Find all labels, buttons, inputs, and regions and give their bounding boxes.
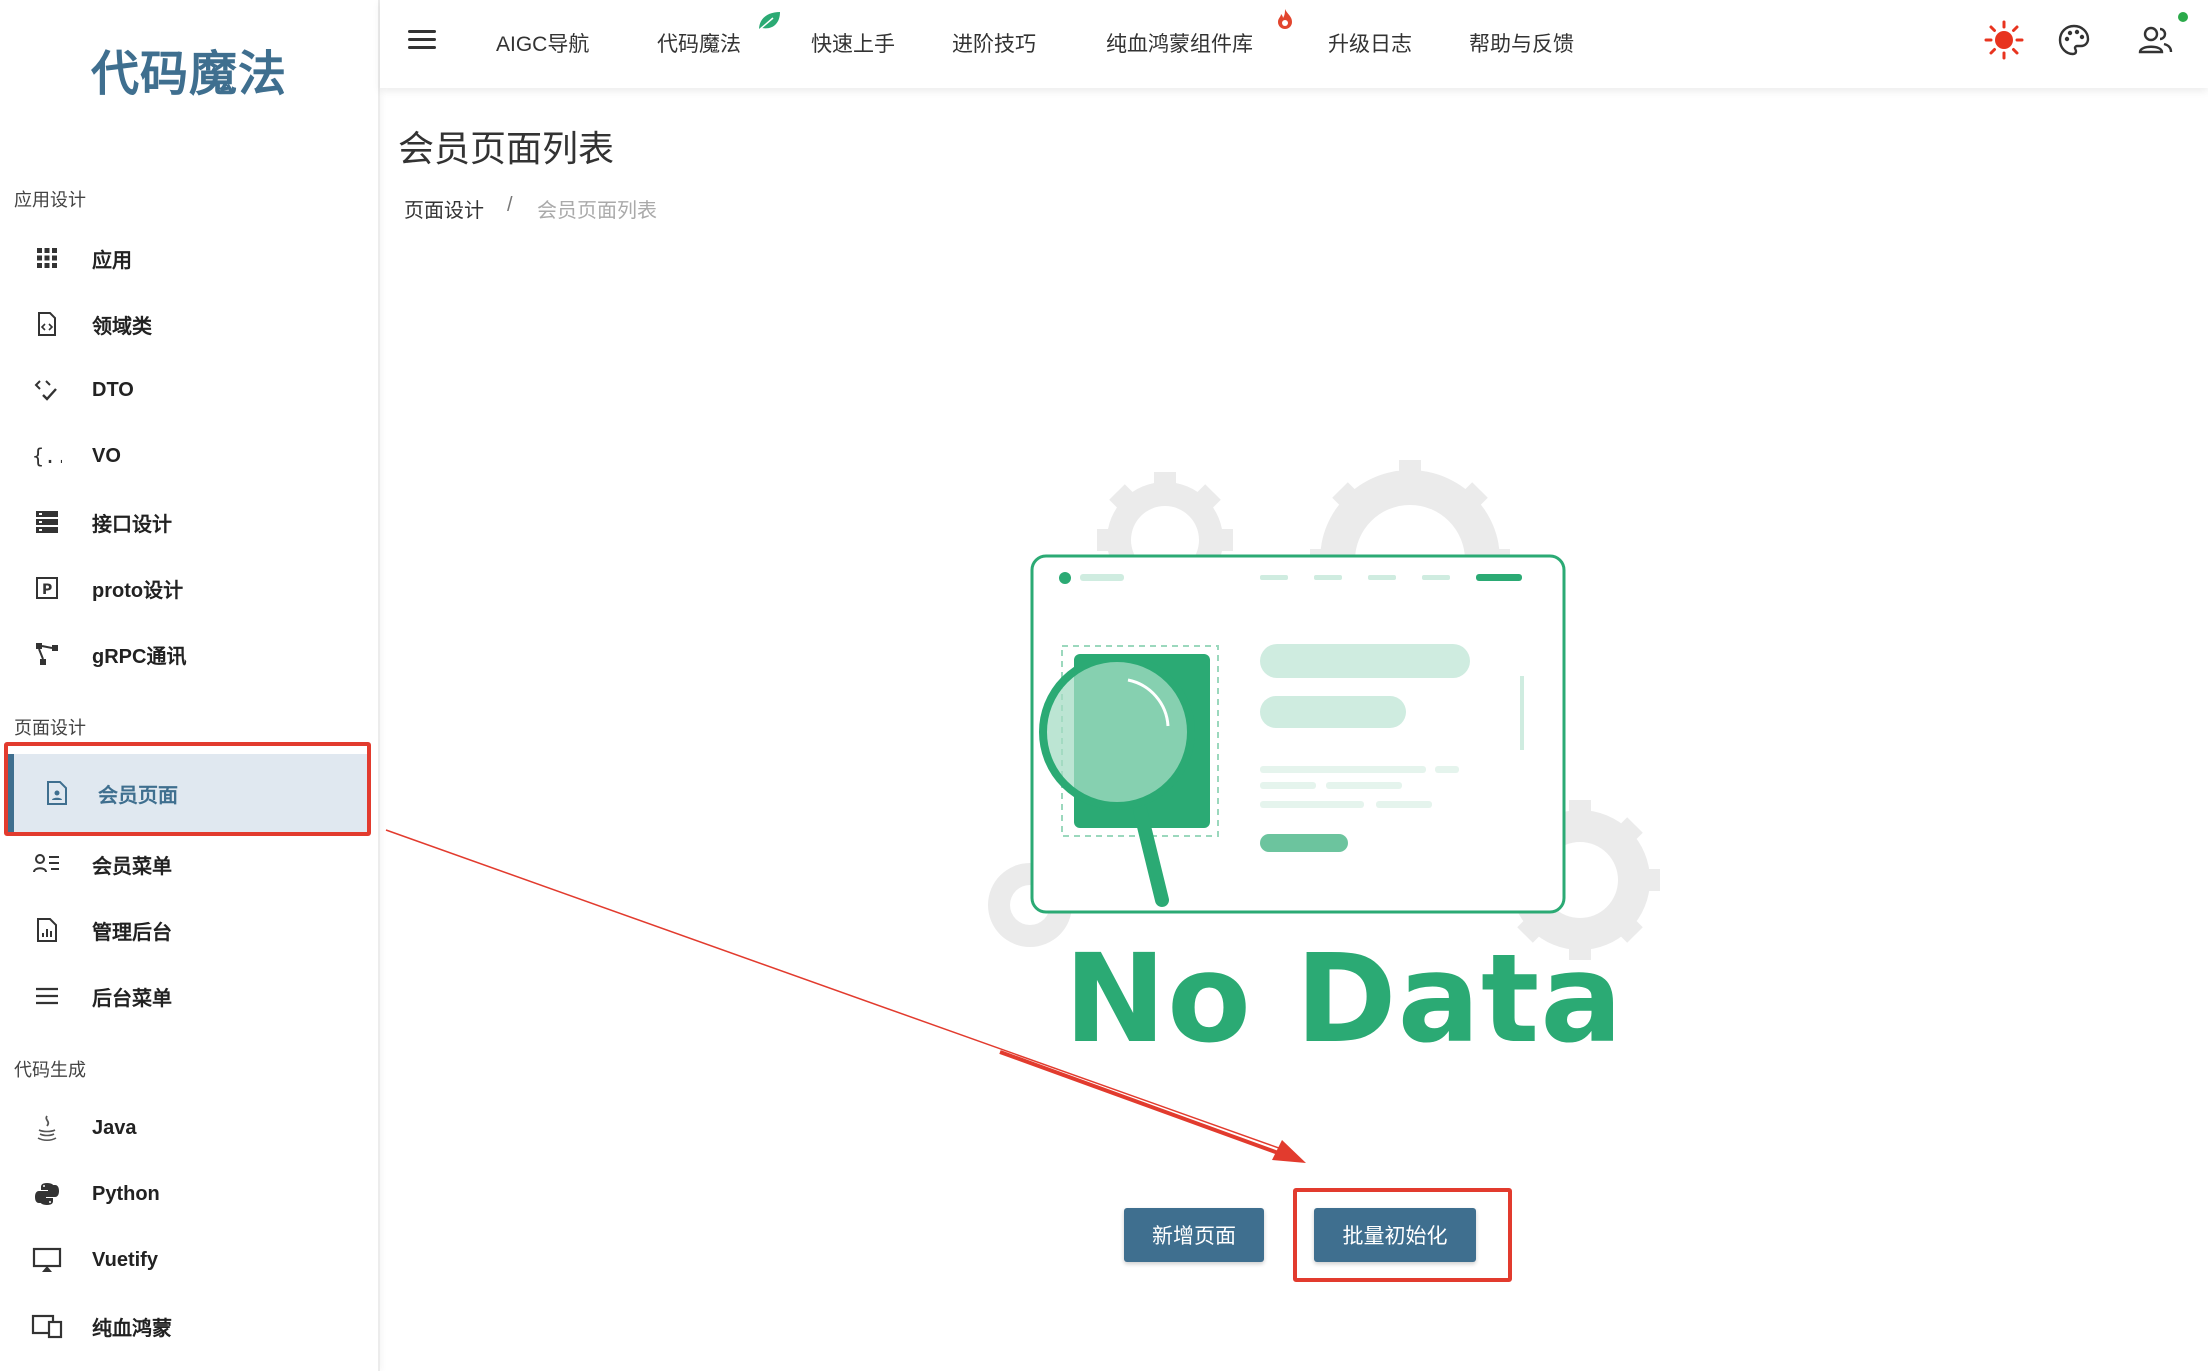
fire-icon [1276, 8, 1294, 34]
sidebar-item-vo[interactable]: {..} VO [0, 424, 372, 488]
svg-text:{..}: {..} [32, 444, 62, 468]
report-file-icon [30, 913, 64, 947]
sidebar-item-dto[interactable]: DTO [0, 358, 372, 422]
code-file-icon [30, 307, 64, 341]
no-data-text: No Data [1064, 928, 1624, 1070]
sidebar-item-domain-class[interactable]: 领域类 [0, 292, 372, 356]
sidebar-item-label: gRPC通讯 [92, 645, 187, 668]
sidebar-item-label: 纯血鸿蒙 [92, 1317, 172, 1340]
sidebar-item-label: Vuetify [92, 1248, 158, 1271]
sidebar-item-label: 应用 [92, 249, 132, 272]
breadcrumb-current: 会员页面列表 [537, 200, 657, 222]
sidebar-item-label: 后台菜单 [92, 987, 172, 1010]
sidebar-item-label: 会员菜单 [92, 855, 172, 878]
breadcrumb-separator: / [507, 194, 513, 216]
topnav-advanced-tips[interactable]: 进阶技巧 [952, 28, 1036, 58]
monitor-icon [30, 1243, 64, 1277]
devices-icon [30, 1309, 64, 1343]
sidebar-item-label: 领域类 [92, 315, 152, 338]
sidebar-item-python[interactable]: Python [0, 1162, 372, 1226]
sidebar-item-admin[interactable]: 管理后台 [0, 898, 372, 962]
sidebar-item-api-design[interactable]: 接口设计 [0, 490, 372, 554]
java-icon [30, 1111, 64, 1145]
annotation-box-member-page [4, 742, 371, 836]
annotation-box-batch-init [1293, 1188, 1512, 1282]
hamburger-menu-icon[interactable] [408, 28, 438, 52]
apps-grid-icon [30, 241, 64, 275]
section-title-code-gen: 代码生成 [14, 1060, 86, 1081]
sidebar-item-apps[interactable]: 应用 [0, 226, 372, 290]
topnav-harmony-components[interactable]: 纯血鸿蒙组件库 [1106, 28, 1253, 58]
sun-icon[interactable] [1984, 20, 2024, 60]
topnav-aigc[interactable]: AIGC导航 [496, 28, 589, 58]
p-box-icon: P [30, 571, 64, 605]
sidebar-item-vuetify[interactable]: Vuetify [0, 1228, 372, 1292]
page-title: 会员页面列表 [398, 128, 615, 169]
sidebar-item-admin-menu[interactable]: 后台菜单 [0, 964, 372, 1028]
leaf-icon [756, 10, 782, 36]
online-status-dot [2178, 12, 2188, 22]
sidebar-item-label: proto设计 [92, 579, 184, 602]
sidebar-item-label: 管理后台 [92, 921, 172, 944]
add-page-button[interactable]: 新增页面 [1124, 1208, 1264, 1262]
topnav-code-magic[interactable]: 代码魔法 [657, 28, 741, 58]
sidebar-item-label: DTO [92, 378, 134, 401]
sidebar-item-label: VO [92, 444, 121, 467]
user-list-icon [30, 847, 64, 881]
sidebar-item-label: 接口设计 [92, 513, 172, 536]
menu-lines-icon [30, 979, 64, 1013]
code-check-icon [30, 373, 64, 407]
section-title-page-design: 页面设计 [14, 718, 86, 739]
topnav-help-feedback[interactable]: 帮助与反馈 [1469, 28, 1574, 58]
sidebar-item-label: Java [92, 1116, 137, 1139]
sidebar-item-proto-design[interactable]: P proto设计 [0, 556, 372, 620]
sidebar-item-java[interactable]: Java [0, 1096, 372, 1160]
topnav-changelog[interactable]: 升级日志 [1328, 28, 1412, 58]
connection-icon [30, 637, 64, 671]
sidebar-item-member-menu[interactable]: 会员菜单 [0, 832, 372, 896]
section-title-app-design: 应用设计 [14, 190, 86, 211]
svg-text:P: P [42, 582, 52, 598]
palette-icon[interactable] [2054, 20, 2094, 60]
sidebar-item-label: Python [92, 1182, 160, 1205]
users-icon[interactable] [2136, 20, 2176, 60]
breadcrumb-parent[interactable]: 页面设计 [404, 194, 484, 223]
topnav-quick-start[interactable]: 快速上手 [811, 28, 895, 58]
braces-icon: {..} [30, 439, 64, 473]
app-logo[interactable]: 代码魔法 [0, 34, 378, 104]
sidebar: 代码魔法 应用设计 应用 领域类 DTO {..} VO 接口设计 P [0, 0, 380, 1371]
python-icon [30, 1177, 64, 1211]
server-icon [30, 505, 64, 539]
sidebar-item-harmony[interactable]: 纯血鸿蒙 [0, 1294, 372, 1358]
sidebar-item-grpc[interactable]: gRPC通讯 [0, 622, 372, 686]
top-bar: AIGC导航 代码魔法 快速上手 进阶技巧 纯血鸿蒙组件库 升级日志 帮助与反馈 [380, 0, 2208, 88]
